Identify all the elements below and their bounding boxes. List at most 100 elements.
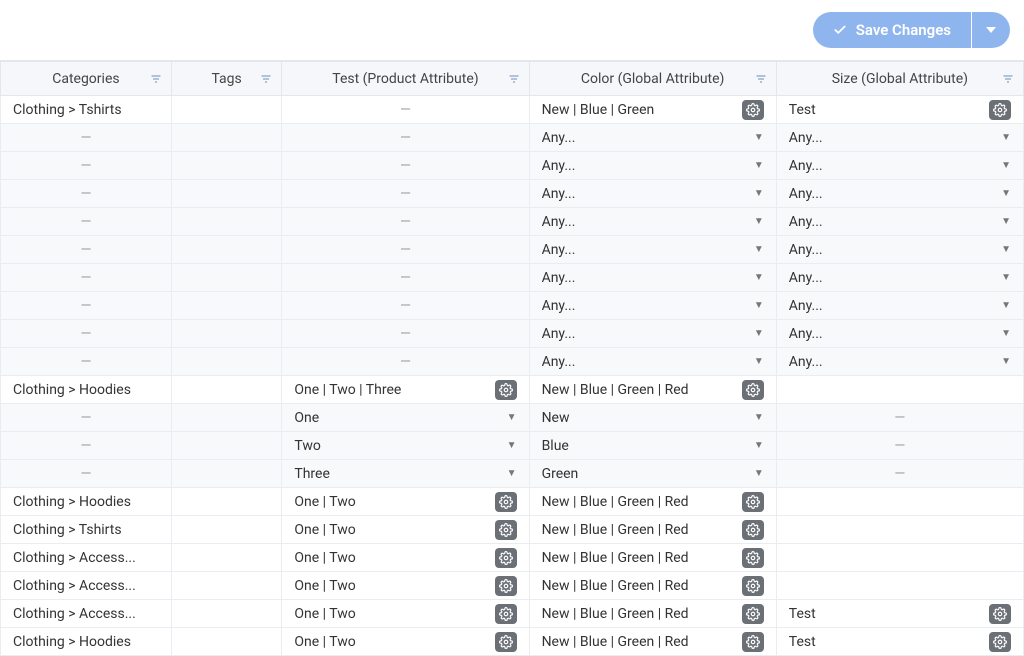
size-cell[interactable] bbox=[776, 516, 1023, 544]
chevron-down-icon[interactable]: ▼ bbox=[1001, 300, 1011, 311]
test-cell[interactable]: One | Two bbox=[282, 600, 529, 628]
gear-icon[interactable] bbox=[495, 604, 517, 624]
categories-cell[interactable]: Clothing > Hoodies bbox=[1, 488, 172, 516]
chevron-down-icon[interactable]: ▼ bbox=[1001, 160, 1011, 171]
categories-cell[interactable]: — bbox=[1, 292, 172, 320]
size-cell[interactable]: Any...▼ bbox=[776, 208, 1023, 236]
categories-cell[interactable]: — bbox=[1, 432, 172, 460]
tags-cell[interactable] bbox=[171, 432, 282, 460]
tags-cell[interactable] bbox=[171, 404, 282, 432]
tags-cell[interactable] bbox=[171, 460, 282, 488]
save-button[interactable]: Save Changes bbox=[813, 12, 971, 48]
chevron-down-icon[interactable]: ▼ bbox=[507, 468, 517, 479]
color-cell[interactable]: New | Blue | Green | Red bbox=[529, 572, 776, 600]
filter-icon[interactable] bbox=[754, 73, 768, 85]
test-cell[interactable]: One | Two bbox=[282, 628, 529, 656]
gear-icon[interactable] bbox=[742, 492, 764, 512]
chevron-down-icon[interactable]: ▼ bbox=[754, 468, 764, 479]
test-cell[interactable]: One | Two | Three bbox=[282, 376, 529, 404]
tags-cell[interactable] bbox=[171, 572, 282, 600]
tags-cell[interactable] bbox=[171, 264, 282, 292]
color-cell[interactable]: Any...▼ bbox=[529, 264, 776, 292]
test-cell[interactable]: One | Two bbox=[282, 572, 529, 600]
categories-cell[interactable]: Clothing > Hoodies bbox=[1, 628, 172, 656]
tags-cell[interactable] bbox=[171, 292, 282, 320]
test-cell[interactable]: — bbox=[282, 236, 529, 264]
size-cell[interactable]: Test bbox=[776, 96, 1023, 124]
color-cell[interactable]: New | Blue | Green | Red bbox=[529, 628, 776, 656]
categories-cell[interactable]: Clothing > Access... bbox=[1, 544, 172, 572]
column-header[interactable]: Categories bbox=[1, 62, 172, 96]
categories-cell[interactable]: Clothing > Tshirts bbox=[1, 516, 172, 544]
gear-icon[interactable] bbox=[495, 548, 517, 568]
categories-cell[interactable]: — bbox=[1, 460, 172, 488]
categories-cell[interactable]: — bbox=[1, 124, 172, 152]
chevron-down-icon[interactable]: ▼ bbox=[507, 440, 517, 451]
gear-icon[interactable] bbox=[495, 380, 517, 400]
categories-cell[interactable]: Clothing > Access... bbox=[1, 600, 172, 628]
categories-cell[interactable]: — bbox=[1, 180, 172, 208]
categories-cell[interactable]: — bbox=[1, 236, 172, 264]
color-cell[interactable]: Any...▼ bbox=[529, 348, 776, 376]
gear-icon[interactable] bbox=[989, 632, 1011, 652]
column-header[interactable]: Size (Global Attribute) bbox=[776, 62, 1023, 96]
gear-icon[interactable] bbox=[495, 576, 517, 596]
chevron-down-icon[interactable]: ▼ bbox=[1001, 272, 1011, 283]
chevron-down-icon[interactable]: ▼ bbox=[1001, 132, 1011, 143]
chevron-down-icon[interactable]: ▼ bbox=[754, 328, 764, 339]
chevron-down-icon[interactable]: ▼ bbox=[754, 132, 764, 143]
tags-cell[interactable] bbox=[171, 236, 282, 264]
gear-icon[interactable] bbox=[742, 576, 764, 596]
filter-icon[interactable] bbox=[259, 73, 273, 85]
chevron-down-icon[interactable]: ▼ bbox=[507, 412, 517, 423]
size-cell[interactable]: Any...▼ bbox=[776, 348, 1023, 376]
tags-cell[interactable] bbox=[171, 208, 282, 236]
color-cell[interactable]: Any...▼ bbox=[529, 152, 776, 180]
color-cell[interactable]: Green▼ bbox=[529, 460, 776, 488]
categories-cell[interactable]: — bbox=[1, 152, 172, 180]
color-cell[interactable]: Any...▼ bbox=[529, 236, 776, 264]
chevron-down-icon[interactable]: ▼ bbox=[754, 244, 764, 255]
size-cell[interactable]: Any...▼ bbox=[776, 236, 1023, 264]
tags-cell[interactable] bbox=[171, 180, 282, 208]
chevron-down-icon[interactable]: ▼ bbox=[1001, 216, 1011, 227]
test-cell[interactable]: — bbox=[282, 208, 529, 236]
categories-cell[interactable]: — bbox=[1, 208, 172, 236]
size-cell[interactable] bbox=[776, 544, 1023, 572]
gear-icon[interactable] bbox=[742, 100, 764, 120]
test-cell[interactable]: One | Two bbox=[282, 516, 529, 544]
size-cell[interactable]: Any...▼ bbox=[776, 124, 1023, 152]
color-cell[interactable]: New | Blue | Green | Red bbox=[529, 488, 776, 516]
save-dropdown[interactable] bbox=[972, 12, 1010, 48]
color-cell[interactable]: Any...▼ bbox=[529, 292, 776, 320]
chevron-down-icon[interactable]: ▼ bbox=[754, 440, 764, 451]
color-cell[interactable]: Any...▼ bbox=[529, 208, 776, 236]
tags-cell[interactable] bbox=[171, 600, 282, 628]
size-cell[interactable]: Any...▼ bbox=[776, 264, 1023, 292]
filter-icon[interactable] bbox=[1001, 73, 1015, 85]
gear-icon[interactable] bbox=[495, 520, 517, 540]
test-cell[interactable]: One | Two bbox=[282, 488, 529, 516]
chevron-down-icon[interactable]: ▼ bbox=[754, 412, 764, 423]
color-cell[interactable]: New | Blue | Green bbox=[529, 96, 776, 124]
categories-cell[interactable]: Clothing > Tshirts bbox=[1, 96, 172, 124]
gear-icon[interactable] bbox=[742, 380, 764, 400]
tags-cell[interactable] bbox=[171, 96, 282, 124]
categories-cell[interactable]: Clothing > Hoodies bbox=[1, 376, 172, 404]
gear-icon[interactable] bbox=[495, 632, 517, 652]
color-cell[interactable]: New | Blue | Green | Red bbox=[529, 376, 776, 404]
color-cell[interactable]: Blue▼ bbox=[529, 432, 776, 460]
chevron-down-icon[interactable]: ▼ bbox=[1001, 328, 1011, 339]
size-cell[interactable]: Any...▼ bbox=[776, 320, 1023, 348]
chevron-down-icon[interactable]: ▼ bbox=[754, 216, 764, 227]
tags-cell[interactable] bbox=[171, 348, 282, 376]
chevron-down-icon[interactable]: ▼ bbox=[1001, 244, 1011, 255]
size-cell[interactable]: — bbox=[776, 404, 1023, 432]
categories-cell[interactable]: — bbox=[1, 320, 172, 348]
test-cell[interactable]: Two▼ bbox=[282, 432, 529, 460]
test-cell[interactable]: — bbox=[282, 320, 529, 348]
categories-cell[interactable]: — bbox=[1, 404, 172, 432]
color-cell[interactable]: Any...▼ bbox=[529, 320, 776, 348]
chevron-down-icon[interactable]: ▼ bbox=[754, 300, 764, 311]
gear-icon[interactable] bbox=[989, 100, 1011, 120]
